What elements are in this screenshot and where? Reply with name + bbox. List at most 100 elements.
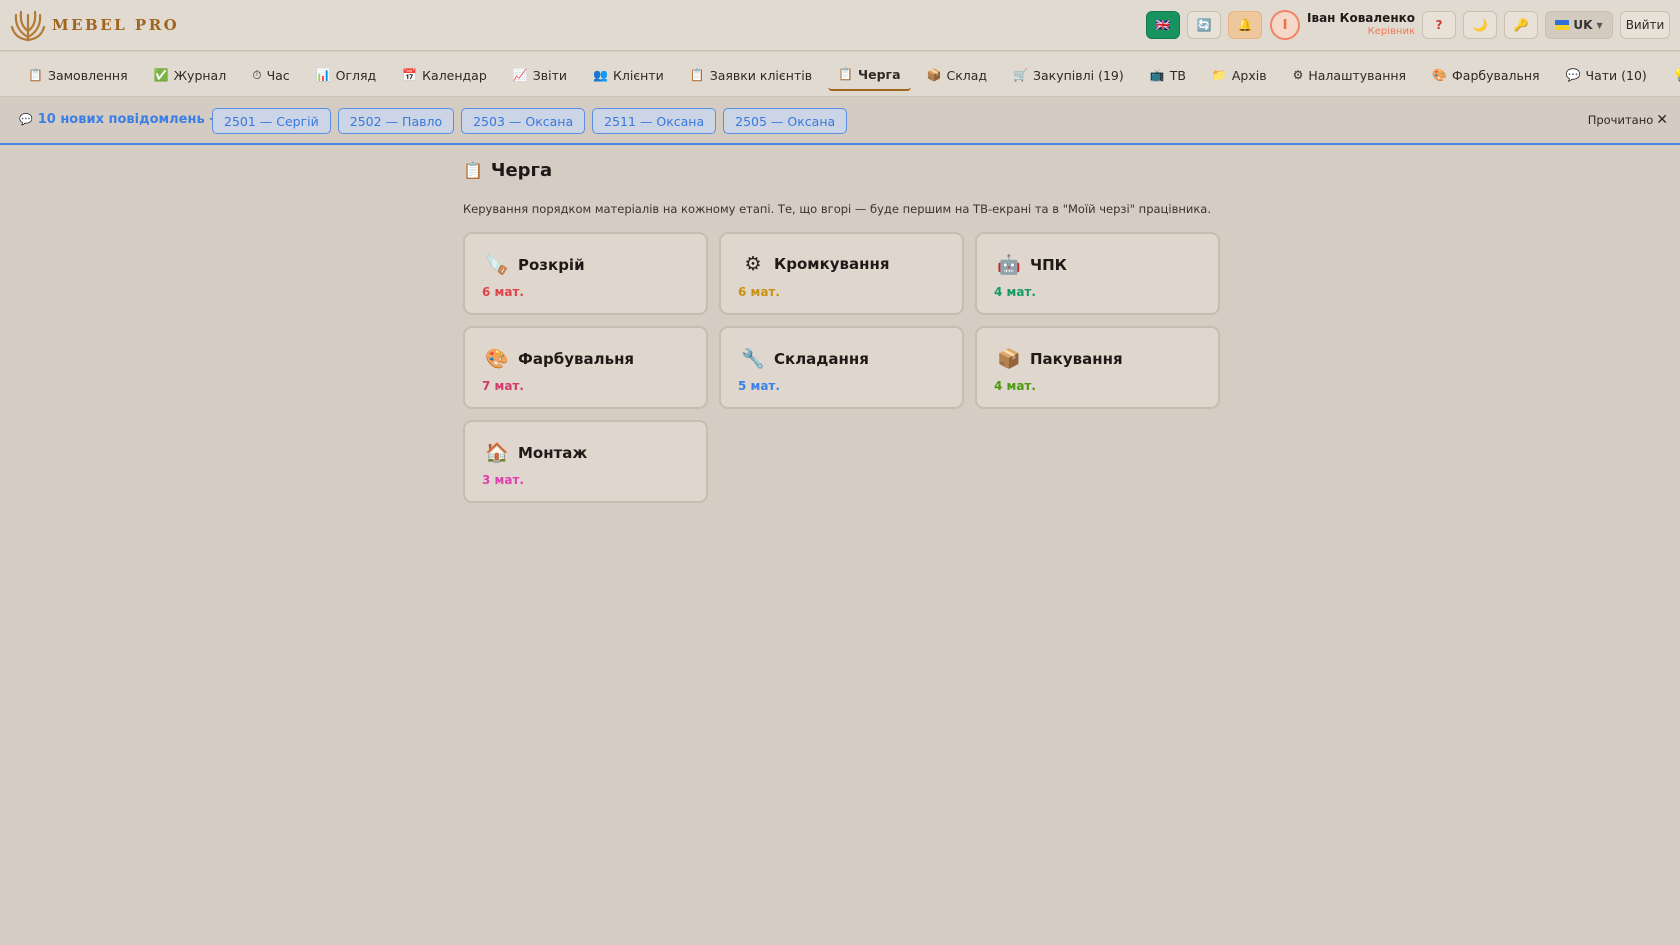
stage-icon: ⚙ <box>744 253 762 275</box>
message-chip[interactable]: 2503 — Оксана <box>461 108 586 134</box>
stage-title: Складання <box>774 349 869 368</box>
stage-card[interactable]: 🤖 ЧПК 4 мат. <box>975 232 1220 315</box>
nav-tab-icon: 📈 <box>512 68 528 82</box>
refresh-icon: 🔄 <box>1196 18 1212 32</box>
notifications-button[interactable]: 🔔 <box>1228 11 1263 39</box>
stage-icon: 🤖 <box>997 254 1021 276</box>
nav-tab-label: ТВ <box>1169 67 1186 83</box>
avatar[interactable]: І <box>1270 10 1301 40</box>
nav-tab-label: Склад <box>946 67 988 83</box>
nav-tab-label: Клієнти <box>612 67 664 83</box>
flag-uk-button[interactable]: 🇬🇧 <box>1146 11 1181 39</box>
nav-tab-6[interactable]: 👥 Клієнти <box>583 59 674 91</box>
nav-tab-icon: 🎨 <box>1432 68 1448 82</box>
nav-tab-label: Журнал <box>173 67 227 83</box>
nav-tab-8[interactable]: 📋 Черга <box>828 59 911 91</box>
stage-title: Кромкування <box>774 255 890 273</box>
stage-count: 4 мат. <box>994 285 1036 299</box>
stage-card-header: 🎨 Фарбувальня <box>484 347 634 370</box>
mark-read-button[interactable]: Прочитано ✕ <box>1588 113 1668 127</box>
stage-card-header: 🪚 Розкрій <box>484 253 585 276</box>
page-title: 📋 Черга <box>463 160 1223 181</box>
stage-card[interactable]: 🎨 Фарбувальня 7 мат. <box>463 326 708 409</box>
nav-tab-2[interactable]: ⏱ Час <box>242 59 299 91</box>
nav-tab-10[interactable]: 🛒 Закупівлі (19) <box>1003 59 1134 91</box>
nav-tab-1[interactable]: ✅ Журнал <box>144 59 237 91</box>
refresh-button[interactable]: 🔄 <box>1187 11 1222 39</box>
nav-tab-3[interactable]: 📊 Огляд <box>306 59 387 91</box>
nav-tab-9[interactable]: 📦 Склад <box>917 59 998 91</box>
key-icon: 🔑 <box>1513 18 1529 32</box>
message-chip[interactable]: 2505 — Оксана <box>723 108 848 134</box>
new-messages-link[interactable]: 💬 10 нових повідомлень → <box>19 112 220 127</box>
stage-card-header: 🤖 ЧПК <box>996 253 1067 276</box>
stage-title: ЧПК <box>1030 255 1067 274</box>
nav-tab-label: Календар <box>422 67 487 83</box>
nav-tab-label: Час <box>266 67 290 83</box>
nav-tab-label: Фарбувальня <box>1452 67 1540 83</box>
stage-count: 4 мат. <box>994 379 1036 393</box>
stage-icon: 🎨 <box>485 348 509 370</box>
nav-tab-14[interactable]: 🎨 Фарбувальня <box>1422 59 1550 91</box>
nav-tab-label: Замовлення <box>47 67 128 83</box>
user-name: Іван Коваленко <box>1307 11 1415 25</box>
stage-count: 6 мат. <box>482 285 524 299</box>
logout-button[interactable]: Вийти <box>1620 11 1670 39</box>
clipboard-icon: 📋 <box>463 161 483 180</box>
nav-tab-0[interactable]: 📋 Замовлення <box>18 59 138 91</box>
help-icon: ? <box>1435 18 1443 32</box>
stage-title: Монтаж <box>518 443 588 462</box>
close-icon: ✕ <box>1656 112 1668 128</box>
stage-card[interactable]: 🪚 Розкрій 6 мат. <box>463 232 708 315</box>
stage-icon: 🏠 <box>485 442 509 464</box>
stage-card[interactable]: 📦 Пакування 4 мат. <box>975 326 1220 409</box>
nav-tab-label: Налаштування <box>1308 67 1407 83</box>
stage-card-header: 🔧 Складання <box>740 347 869 370</box>
nav-tab-12[interactable]: 📁 Архів <box>1202 59 1277 91</box>
message-chip[interactable]: 2501 — Сергій <box>212 108 331 134</box>
nav-tab-icon: 📊 <box>315 68 331 82</box>
nav-tab-16[interactable]: 💡Ідеї <box>1663 59 1680 91</box>
stage-card[interactable]: 🏠 Монтаж 3 мат. <box>463 420 708 503</box>
app-logo[interactable]: MEBEL PRO <box>10 6 179 44</box>
stage-icon: 🪚 <box>485 254 509 276</box>
stage-count: 7 мат. <box>482 379 524 393</box>
nav-tab-11[interactable]: 📺 ТВ <box>1140 59 1196 91</box>
theme-toggle-button[interactable]: 🌙 <box>1463 11 1497 39</box>
language-label: UK <box>1573 18 1593 32</box>
stage-card-header: ⚙ Кромкування <box>740 253 890 275</box>
queue-page: 📋 Черга Керування порядком матеріалів на… <box>463 160 1223 503</box>
nav-tab-icon: 🛒 <box>1013 68 1028 82</box>
uk-flag-icon: 🇬🇧 <box>1155 18 1171 32</box>
nav-tab-15[interactable]: 💬 Чати (10) <box>1556 59 1657 91</box>
nav-tab-icon: 📅 <box>402 68 418 82</box>
nav-tab-icon: ⚙ <box>1292 68 1304 82</box>
language-select[interactable]: UK ▼ <box>1545 11 1613 39</box>
stage-icon: 📦 <box>997 348 1021 370</box>
nav-tab-icon: 📋 <box>28 68 43 82</box>
top-header: MEBEL PRO 🇬🇧 🔄 🔔 І Іван Коваленко Керівн… <box>0 0 1680 51</box>
message-chips: 2501 — Сергій 2502 — Павло 2503 — Оксана 25… <box>212 108 854 134</box>
mark-read-label: Прочитано <box>1587 113 1654 127</box>
nav-tab-13[interactable]: ⚙ Налаштування <box>1283 59 1416 91</box>
stage-count: 6 мат. <box>738 285 780 299</box>
message-chip[interactable]: 2511 — Оксана <box>592 108 717 134</box>
nav-tab-7[interactable]: 📋 Заявки клієнтів <box>680 59 822 91</box>
moon-icon: 🌙 <box>1472 18 1488 32</box>
stage-card[interactable]: ⚙ Кромкування 6 мат. <box>719 232 964 315</box>
nav-tab-icon: 📦 <box>926 68 942 82</box>
new-messages-text: 10 нових повідомлень → <box>37 112 221 127</box>
nav-tab-label: Черга <box>858 66 901 82</box>
nav-tab-icon: 👥 <box>593 68 608 82</box>
stage-icon: 🔧 <box>741 348 765 370</box>
nav-tab-label: Огляд <box>335 67 377 83</box>
stage-count: 3 мат. <box>482 473 524 487</box>
key-button[interactable]: 🔑 <box>1504 11 1538 39</box>
help-button[interactable]: ? <box>1422 11 1456 39</box>
stage-count: 5 мат. <box>738 379 780 393</box>
stage-card[interactable]: 🔧 Складання 5 мат. <box>719 326 964 409</box>
nav-tab-5[interactable]: 📈 Звіти <box>503 59 577 91</box>
stage-title: Розкрій <box>518 255 585 274</box>
message-chip[interactable]: 2502 — Павло <box>337 108 455 134</box>
nav-tab-4[interactable]: 📅 Календар <box>392 59 497 91</box>
